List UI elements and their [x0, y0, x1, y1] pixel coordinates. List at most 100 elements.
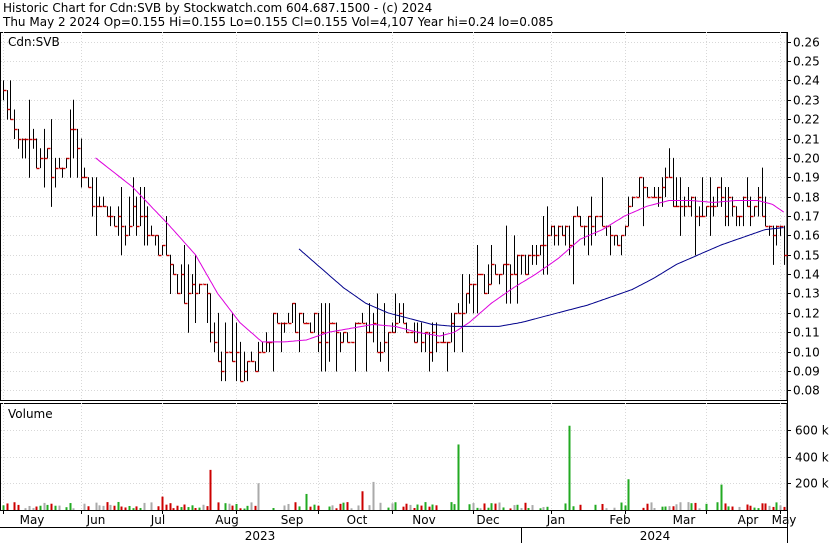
volume-bar [698, 508, 701, 510]
volume-bar [749, 505, 752, 510]
volume-bar [298, 506, 301, 510]
volume-bar [542, 507, 545, 510]
x-year-label-2023: 2023 [245, 529, 276, 543]
volume-bar [727, 506, 730, 510]
volume-bar [453, 504, 456, 510]
volume-bar [450, 502, 453, 510]
volume-bar [394, 502, 397, 510]
volume-bar [331, 505, 334, 510]
volume-bar [428, 506, 431, 510]
price-y-tick-label: 0.11 [793, 326, 820, 340]
volume-bar [409, 504, 412, 510]
volume-bar [217, 502, 220, 510]
volume-bar [601, 503, 604, 510]
volume-bar [624, 505, 627, 510]
volume-bar [6, 503, 9, 510]
volume-bar [509, 508, 512, 510]
price-y-tick-label: 0.10 [793, 346, 820, 360]
volume-bar [472, 503, 475, 510]
volume-bar [379, 502, 382, 510]
price-y-tick-label: 0.19 [793, 171, 820, 185]
volume-bar [516, 504, 519, 510]
x-month-label: May [772, 513, 797, 527]
volume-bar [39, 505, 42, 510]
volume-bar [165, 504, 168, 510]
volume-bar [69, 503, 72, 510]
volume-bar [135, 506, 138, 510]
x-month-label: May [20, 513, 45, 527]
volume-bar [731, 506, 734, 510]
volume-bar [46, 504, 49, 510]
volume-bar [483, 503, 486, 510]
volume-bar [113, 505, 116, 510]
volume-bar [368, 505, 371, 510]
x-month-label: Jan [546, 513, 566, 527]
volume-bar [231, 505, 234, 510]
volume-bar [350, 508, 353, 510]
volume-bar [346, 502, 349, 510]
price-panel-title: Cdn:SVB [8, 35, 60, 49]
volume-bar [391, 503, 394, 510]
x-month-label: Oct [347, 513, 368, 527]
volume-bar [128, 505, 131, 510]
volume-bar [342, 502, 345, 510]
chart-window: Historic Chart for Cdn:SVB by Stockwatch… [0, 0, 830, 543]
volume-bar [650, 502, 653, 510]
price-y-tick-label: 0.18 [793, 191, 820, 205]
volume-bar [513, 505, 516, 510]
volume-bar [416, 504, 419, 510]
volume-bar [95, 502, 98, 510]
volume-bar [313, 504, 316, 510]
price-y-tick-label: 0.17 [793, 210, 820, 224]
volume-bar [157, 506, 160, 510]
volume-bar [764, 503, 767, 510]
volume-bar [494, 503, 497, 510]
volume-bar [250, 502, 253, 510]
volume-bar [120, 506, 123, 510]
volume-bar [668, 506, 671, 510]
volume-bar [646, 503, 649, 510]
volume-bar [716, 502, 719, 510]
price-y-tick-label: 0.23 [793, 94, 820, 108]
volume-bar [72, 508, 75, 510]
volume-bar [775, 502, 778, 510]
price-volume-chart: 0.26 0.25 0.24 0.23 0.22 0.21 0.20 0.19 0.18 0.17… [0, 32, 829, 543]
price-y-tick-label: 0.08 [793, 384, 820, 398]
volume-bar [620, 502, 623, 510]
volume-bar [627, 479, 630, 510]
volume-bar [468, 504, 471, 510]
volume-y-tick-label: 200 k [795, 477, 829, 491]
volume-bar [102, 505, 105, 510]
volume-bar [246, 505, 249, 510]
volume-bar [87, 506, 90, 510]
volume-bar [661, 506, 664, 510]
volume-bar [287, 503, 290, 510]
price-y-tick-label: 0.14 [793, 268, 820, 282]
volume-bar [527, 507, 530, 510]
volume-bar [653, 507, 656, 510]
x-month-label: Dec [476, 513, 499, 527]
volume-bar [579, 504, 582, 510]
volume-bar [13, 502, 16, 510]
volume-bar [109, 504, 112, 510]
volume-bar [328, 506, 331, 510]
volume-bar [169, 503, 172, 510]
x-month-label: Jun [86, 513, 106, 527]
volume-bar [309, 506, 312, 510]
volume-bar [202, 504, 205, 510]
volume-bar [239, 508, 242, 510]
volume-bar [361, 491, 364, 510]
price-y-tick-label: 0.09 [793, 365, 820, 379]
volume-bar [117, 501, 120, 510]
volume-bar [420, 505, 423, 510]
volume-bar [228, 503, 231, 510]
volume-bar [768, 505, 771, 510]
price-y-tick-label: 0.13 [793, 287, 820, 301]
volume-bar [191, 505, 194, 510]
volume-bar [43, 502, 46, 510]
x-month-label: Sep [281, 513, 304, 527]
volume-bar [642, 507, 645, 510]
volume-bar [757, 508, 760, 510]
volume-bar [531, 505, 534, 510]
price-y-tick-label: 0.15 [793, 249, 820, 263]
